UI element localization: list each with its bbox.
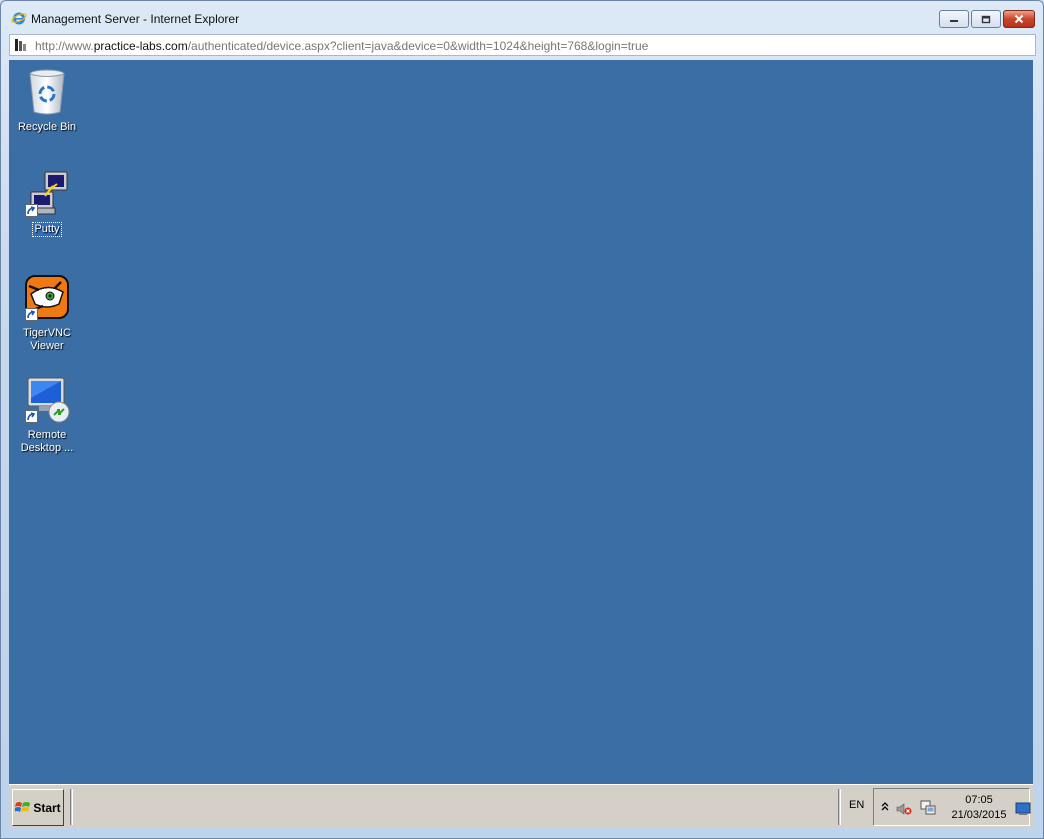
show-desktop-icon[interactable] [1015, 802, 1031, 816]
show-hidden-icons-icon[interactable] [880, 801, 890, 813]
address-path: /authenticated/device.aspx?client=java&d… [187, 39, 649, 53]
shortcut-arrow-icon [25, 410, 38, 423]
desktop-icon-tigervnc[interactable]: TigerVNC Viewer [9, 274, 85, 353]
windows-logo-icon [15, 801, 31, 812]
address-prefix: http://www. [35, 39, 94, 53]
taskbar-separator [838, 789, 841, 825]
restore-icon [981, 15, 991, 23]
volume-muted-icon[interactable] [896, 802, 912, 816]
minimize-icon [950, 20, 958, 22]
language-indicator[interactable]: EN [849, 799, 864, 811]
desktop-icon-label: Remote Desktop ... [20, 429, 74, 454]
restore-button[interactable] [971, 10, 1001, 28]
close-icon [1014, 14, 1024, 24]
page-icon [15, 39, 26, 51]
desktop-icon-remote-desktop[interactable]: Remote Desktop ... [9, 376, 85, 455]
address-url: http://www.practice-labs.com/authenticat… [35, 39, 648, 53]
desktop-icon-label: Recycle Bin [17, 121, 77, 133]
address-domain: practice-labs.com [93, 39, 188, 53]
start-label: Start [33, 800, 61, 815]
minimize-button[interactable] [939, 10, 969, 28]
desktop-icon-label: Putty [32, 222, 62, 237]
address-bar[interactable]: http://www.practice-labs.com/authenticat… [9, 34, 1036, 56]
shortcut-arrow-icon [25, 308, 38, 321]
start-button[interactable]: Start [12, 789, 64, 826]
close-button[interactable] [1003, 10, 1035, 28]
network-icon[interactable] [920, 800, 936, 816]
window-title: Management Server - Internet Explorer [31, 12, 240, 26]
shortcut-arrow-icon [25, 204, 38, 217]
desktop-icon-recycle-bin[interactable]: Recycle Bin [9, 68, 85, 134]
system-tray: 07:05 21/03/2015 [873, 788, 1031, 826]
desktop-icon-label: TigerVNC Viewer [23, 327, 71, 352]
taskbar: Start EN 07:05 21/03/2015 [9, 784, 1033, 828]
recycle-bin-icon [29, 69, 65, 115]
desktop-icon-putty[interactable]: Putty [9, 170, 85, 237]
clock-time[interactable]: 07:05 [944, 794, 1014, 806]
title-bar[interactable]: Management Server - Internet Explorer [1, 1, 1043, 33]
remote-desktop-area[interactable]: Recycle Bin Putty TigerVNC Viewer Remote… [9, 60, 1033, 784]
clock-date[interactable]: 21/03/2015 [944, 809, 1014, 821]
taskbar-separator [70, 789, 73, 825]
internet-explorer-icon [11, 12, 27, 25]
